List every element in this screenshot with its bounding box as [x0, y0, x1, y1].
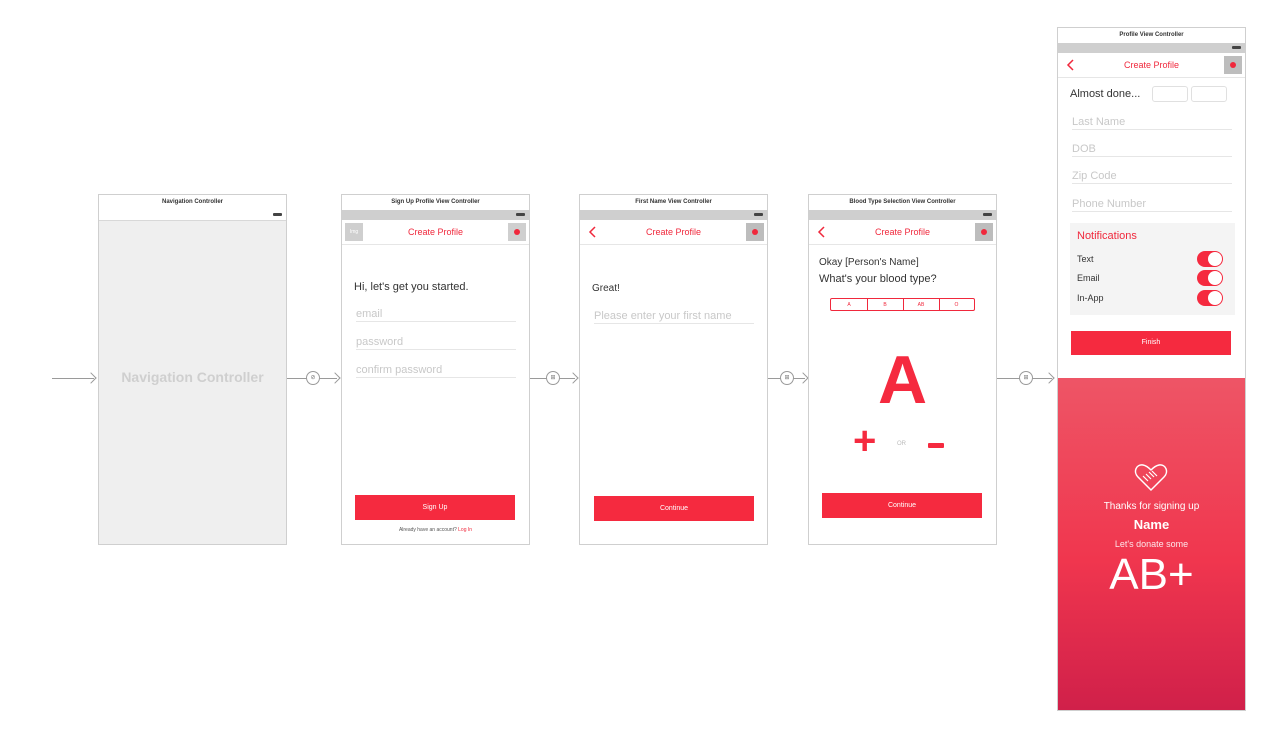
- img-placeholder-right[interactable]: [746, 223, 764, 241]
- zip-code-field[interactable]: Zip Code: [1072, 169, 1232, 184]
- segue-arrow-head-2: [567, 372, 579, 384]
- img-placeholder-right[interactable]: [508, 223, 526, 241]
- blood-type-scene[interactable]: Blood Type Selection View Controller Cre…: [808, 194, 997, 545]
- minus-button[interactable]: [928, 443, 944, 448]
- footer-text: Already have an account?: [398, 527, 457, 533]
- signup-scene[interactable]: Sign Up Profile View Controller Img Crea…: [341, 194, 530, 545]
- blood-type-segmented-control[interactable]: A B AB O: [830, 298, 975, 311]
- close-icon: [1230, 62, 1236, 68]
- finish-button[interactable]: Finish: [1071, 331, 1231, 355]
- status-bar: [809, 210, 996, 220]
- battery-icon: [273, 213, 282, 216]
- continue-button[interactable]: Continue: [822, 493, 982, 518]
- profile-icon: [514, 229, 520, 235]
- dob-field[interactable]: DOB: [1072, 142, 1232, 157]
- nav-bar: Create Profile: [809, 220, 996, 245]
- or-label: OR: [897, 441, 906, 447]
- img-placeholder-right[interactable]: [975, 223, 993, 241]
- nav-bar: Create Profile: [580, 220, 767, 245]
- login-link[interactable]: Log In: [458, 527, 472, 533]
- navigation-controller-label: Navigation Controller: [121, 369, 264, 385]
- segue-icon-2[interactable]: ⊞: [546, 371, 560, 385]
- segment-ab[interactable]: AB: [903, 299, 940, 311]
- email-field[interactable]: email: [356, 307, 516, 322]
- nav-bar-strip: [99, 210, 286, 221]
- toggle-label-in-app: In-App: [1077, 293, 1104, 303]
- email-toggle[interactable]: [1197, 270, 1223, 286]
- segment-o[interactable]: O: [939, 299, 974, 311]
- status-bar: [1058, 43, 1245, 53]
- donate-label: Let's donate some: [1114, 539, 1189, 549]
- great-label: Great!: [592, 283, 620, 294]
- almost-done-label: Almost done...: [1070, 88, 1141, 100]
- thanks-label: Thanks for signing up: [1103, 501, 1200, 512]
- close-icon: [752, 229, 758, 235]
- nav-title: Create Profile: [645, 227, 702, 237]
- confirm-password-field[interactable]: confirm password: [356, 363, 516, 378]
- segue-arrow-head-4: [1043, 372, 1055, 384]
- segment-a[interactable]: A: [831, 299, 868, 311]
- scene-title: Profile View Controller: [1058, 28, 1245, 44]
- nav-title: Create Profile: [407, 227, 464, 237]
- first-name-field[interactable]: Please enter your first name: [594, 309, 754, 324]
- sign-up-button[interactable]: Sign Up: [355, 495, 515, 520]
- battery-icon: [1232, 46, 1241, 49]
- okay-label: Okay [Person's Name]: [819, 257, 919, 268]
- greeting-label: Hi, let's get you started.: [354, 281, 469, 293]
- toggle-knob: [1208, 271, 1222, 285]
- middle-name-mini-field[interactable]: [1191, 86, 1227, 102]
- toggle-knob: [1208, 291, 1222, 305]
- status-bar: [580, 210, 767, 220]
- status-bar: [342, 210, 529, 220]
- toggle-label-text: Text: [1077, 254, 1094, 264]
- img-placeholder-right[interactable]: [1224, 56, 1242, 74]
- notifications-title: Notifications: [1077, 230, 1137, 242]
- big-blood-letter: A: [877, 342, 928, 418]
- segue-icon-3[interactable]: ⊞: [780, 371, 794, 385]
- segment-b[interactable]: B: [867, 299, 904, 311]
- entry-arrow-head: [85, 372, 97, 384]
- in-app-toggle[interactable]: [1197, 290, 1223, 306]
- nav-bar: Img Create Profile: [342, 220, 529, 245]
- continue-button[interactable]: Continue: [594, 496, 754, 521]
- battery-icon: [516, 213, 525, 216]
- scene-title: Sign Up Profile View Controller: [342, 195, 529, 211]
- first-name-scene[interactable]: First Name View Controller Create Profil…: [579, 194, 768, 545]
- blood-type-display: AB+: [1109, 550, 1194, 599]
- question-label: What's your blood type?: [819, 273, 937, 285]
- login-footer: Already have an account? Log In: [342, 527, 529, 533]
- segue-icon-1[interactable]: ⊘: [306, 371, 320, 385]
- first-name-mini-field[interactable]: [1152, 86, 1188, 102]
- segue-arrow-head-1: [329, 372, 341, 384]
- nav-title: Create Profile: [1123, 60, 1180, 70]
- scene-title: Navigation Controller: [99, 195, 286, 211]
- notifications-panel: Notifications Text Email In-App: [1070, 223, 1235, 315]
- toggle-label-email: Email: [1077, 273, 1100, 283]
- text-toggle[interactable]: [1197, 251, 1223, 267]
- plus-button[interactable]: +: [853, 421, 876, 461]
- battery-icon: [754, 213, 763, 216]
- profile-scene[interactable]: Profile View Controller Create Profile A…: [1057, 27, 1246, 711]
- scene-title: First Name View Controller: [580, 195, 767, 211]
- battery-icon: [983, 213, 992, 216]
- segue-arrow-head-3: [797, 372, 809, 384]
- nav-bar: Create Profile: [1058, 53, 1245, 78]
- thank-you-panel: Thanks for signing up Name Let's donate …: [1058, 378, 1245, 710]
- nav-title: Create Profile: [874, 227, 931, 237]
- toggle-knob: [1208, 252, 1222, 266]
- close-icon: [981, 229, 987, 235]
- handshake-heart-icon: [1134, 464, 1168, 492]
- scene-title: Blood Type Selection View Controller: [809, 195, 996, 211]
- navigation-controller-scene[interactable]: Navigation Controller Navigation Control…: [98, 194, 287, 545]
- segue-icon-4[interactable]: ⊞: [1019, 371, 1033, 385]
- last-name-field[interactable]: Last Name: [1072, 115, 1232, 130]
- name-label: Name: [1133, 517, 1170, 532]
- phone-number-field[interactable]: Phone Number: [1072, 197, 1232, 212]
- password-field[interactable]: password: [356, 335, 516, 350]
